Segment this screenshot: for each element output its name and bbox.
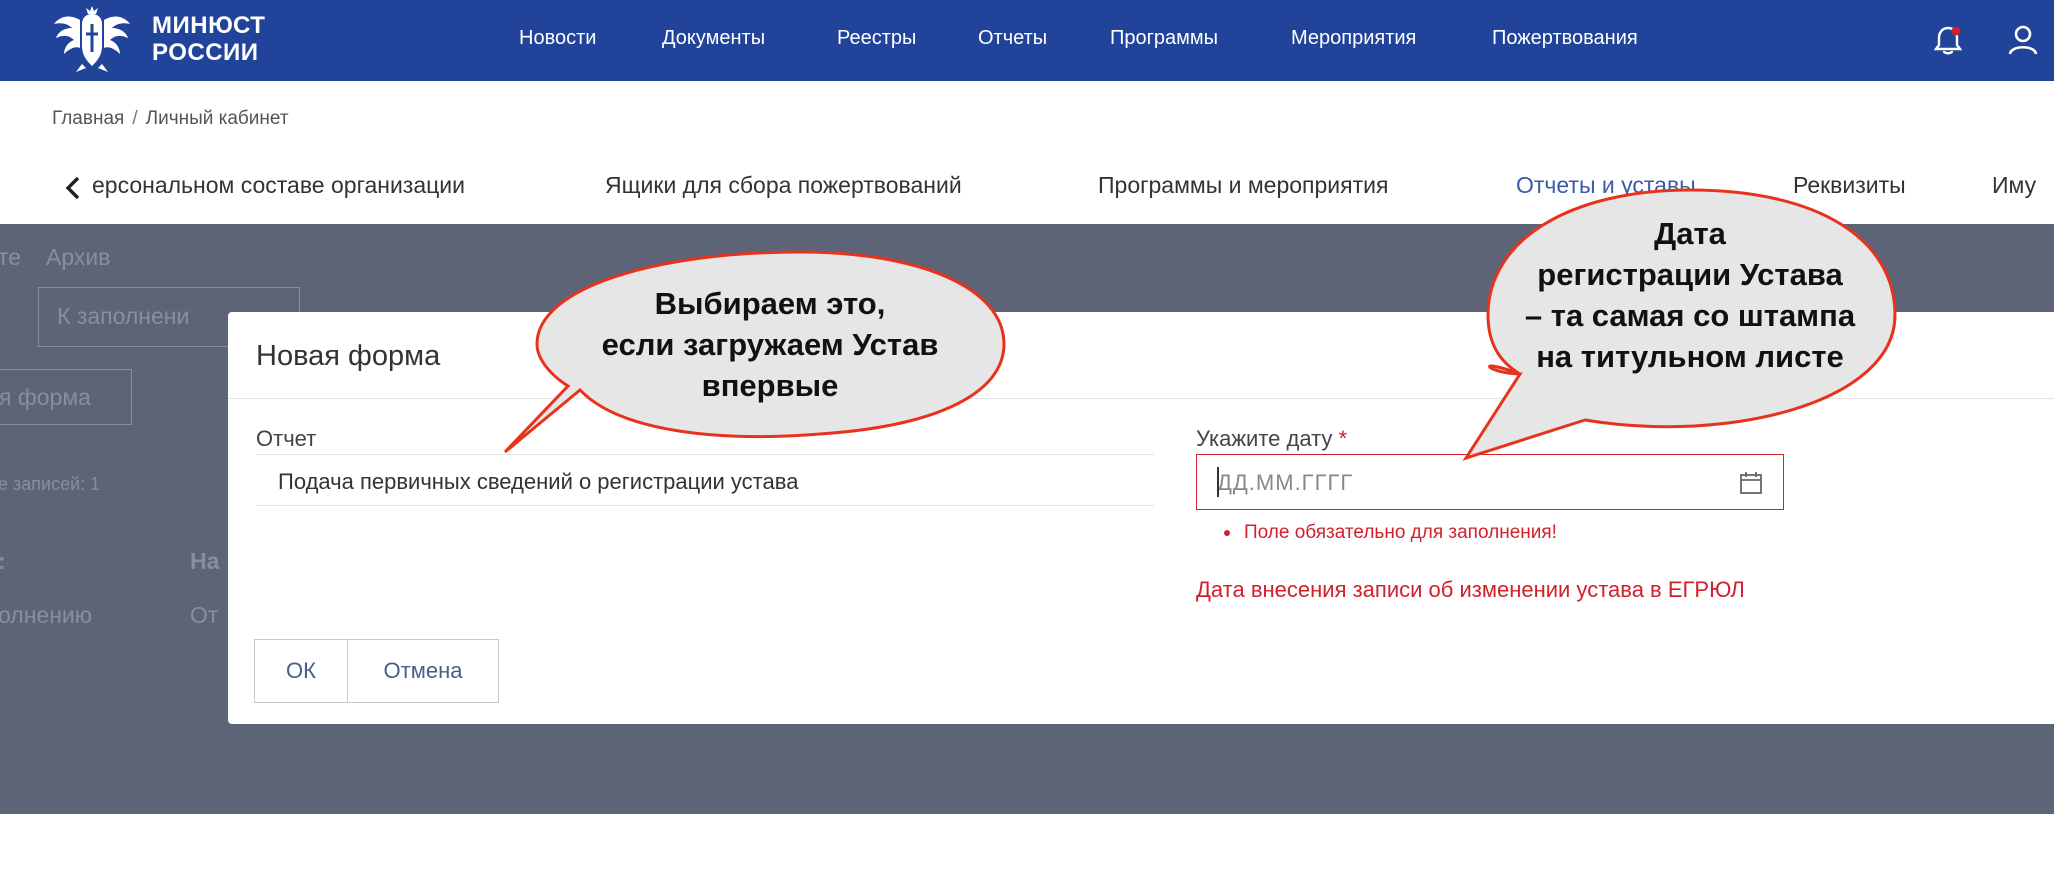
date-input[interactable]: ДД.ММ.ГГГГ	[1196, 454, 1784, 510]
nav-registries[interactable]: Реестры	[837, 27, 916, 50]
row-status: олнению	[0, 602, 92, 628]
tab-donation-boxes[interactable]: Ящики для сбора пожертвований	[605, 172, 962, 199]
breadcrumb-current: Личный кабинет	[145, 108, 289, 129]
breadcrumb: Главная / Личный кабинет	[52, 108, 289, 130]
date-label: Укажите дату *	[1196, 426, 1347, 452]
ministry-emblem-icon[interactable]	[52, 6, 132, 74]
tab-requisites[interactable]: Реквизиты	[1793, 172, 1906, 199]
breadcrumb-home[interactable]: Главная	[52, 108, 124, 129]
new-form-button-label: я форма	[0, 384, 91, 410]
bell-icon[interactable]	[1930, 22, 1966, 58]
nav-reports[interactable]: Отчеты	[978, 27, 1047, 50]
date-hint: Дата внесения записи об изменении устава…	[1196, 577, 1745, 602]
cabinet-tabs: ерсональном составе организации Ящики дл…	[0, 160, 2054, 216]
ministry-logo-text[interactable]: МИНЮСТ РОССИИ	[152, 12, 265, 66]
date-placeholder: ДД.ММ.ГГГГ	[1217, 470, 1354, 495]
report-select[interactable]: Подача первичных сведений о регистрации …	[256, 454, 1154, 506]
date-error-text: Поле обязательно для заполнения!	[1244, 522, 1557, 543]
nav-programs[interactable]: Программы	[1110, 27, 1218, 50]
row-name: От	[190, 602, 219, 628]
nav-documents[interactable]: Документы	[662, 27, 765, 50]
required-mark: *	[1338, 426, 1348, 451]
status-select-value: К заполнени	[57, 303, 190, 329]
top-header: МИНЮСТ РОССИИ Новости Документы Реестры …	[0, 0, 2054, 81]
archive-tab: Архив	[46, 244, 111, 270]
notification-dot	[1951, 26, 1961, 36]
logo-line-2: РОССИИ	[152, 39, 259, 66]
nav-news[interactable]: Новости	[519, 27, 596, 50]
column-header-left: :	[0, 548, 6, 575]
report-label: Отчет	[256, 426, 317, 451]
ok-button[interactable]: ОК	[254, 639, 348, 703]
new-form-button-bg: я форма	[0, 369, 132, 425]
date-error: Поле обязательно для заполнения!	[1224, 522, 1557, 544]
filter-tab-tail: те	[0, 244, 22, 270]
logo-line-1: МИНЮСТ	[152, 12, 266, 39]
tab-programs-events[interactable]: Программы и мероприятия	[1098, 172, 1388, 199]
chevron-left-icon[interactable]	[64, 175, 82, 201]
new-form-dialog: Новая форма Отчет Подача первичных сведе…	[228, 312, 2054, 724]
tab-property[interactable]: Иму	[1992, 172, 2036, 199]
dialog-title: Новая форма	[256, 340, 441, 372]
column-header-name: На	[190, 548, 220, 574]
date-label-text: Укажите дату	[1196, 426, 1333, 451]
breadcrumb-separator: /	[132, 108, 138, 129]
cancel-button[interactable]: Отмена	[347, 639, 499, 703]
error-bullet	[1224, 529, 1230, 536]
report-select-value: Подача первичных сведений о регистрации …	[278, 469, 799, 494]
calendar-icon[interactable]	[1739, 471, 1763, 495]
tab-reports-charters[interactable]: Отчеты и уставы	[1516, 172, 1696, 199]
nav-donations[interactable]: Пожертвования	[1492, 27, 1638, 50]
user-icon[interactable]	[2005, 22, 2041, 58]
nav-events[interactable]: Мероприятия	[1291, 27, 1416, 50]
records-count: е записей: 1	[0, 474, 101, 494]
text-cursor	[1217, 467, 1219, 497]
dialog-divider	[228, 398, 2054, 399]
tab-personnel[interactable]: ерсональном составе организации	[92, 172, 465, 199]
